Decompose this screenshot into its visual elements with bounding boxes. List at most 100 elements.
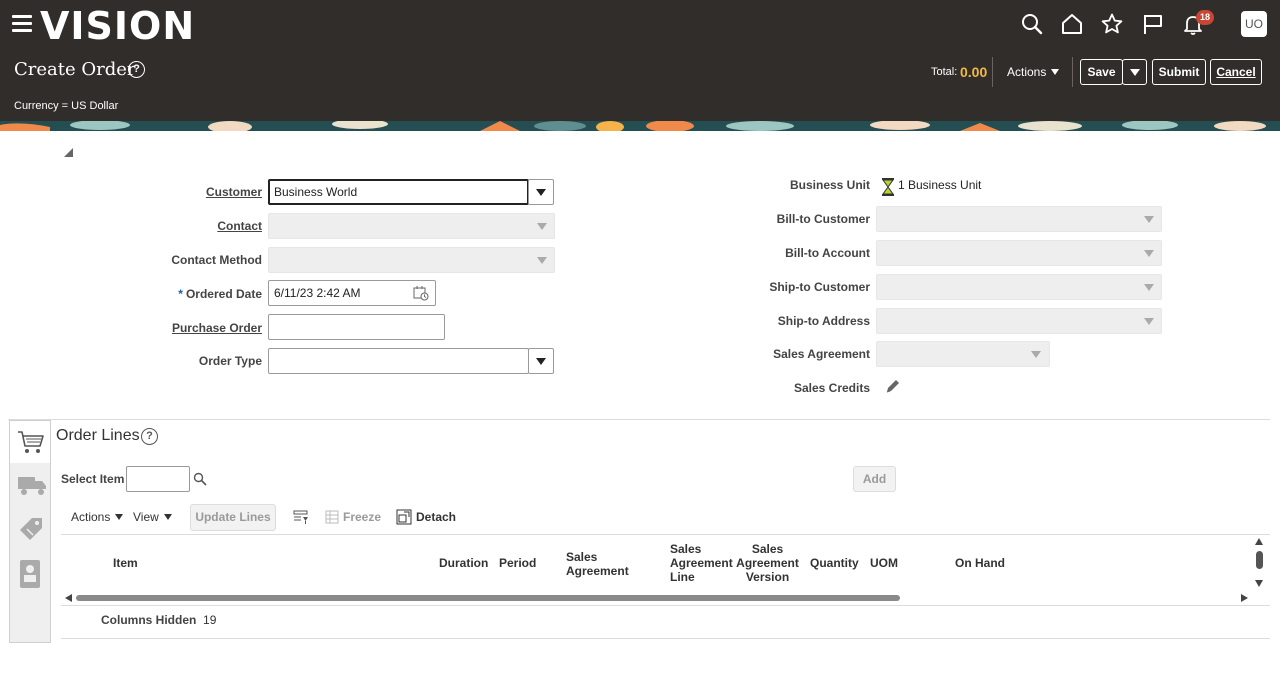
header-separator bbox=[1072, 57, 1073, 87]
purchase-order-input[interactable] bbox=[268, 314, 445, 340]
total-value: 0.00 bbox=[960, 64, 988, 80]
scroll-left-arrow[interactable] bbox=[65, 594, 72, 602]
columns-hidden-count: 19 bbox=[203, 613, 217, 627]
currency-text: Currency = US Dollar bbox=[14, 100, 119, 112]
order-lines-title: Order Lines bbox=[56, 427, 140, 444]
freeze-icon[interactable] bbox=[324, 509, 340, 525]
chevron-down-icon bbox=[537, 223, 547, 230]
save-options-button[interactable] bbox=[1122, 59, 1147, 85]
app-header: vision 18 UO Create Order ? Currency = U… bbox=[0, 0, 1280, 121]
chevron-down-icon bbox=[537, 257, 547, 264]
help-icon[interactable]: ? bbox=[128, 61, 145, 78]
column-header-item[interactable]: Item bbox=[113, 556, 138, 570]
business-unit-label: Business Unit bbox=[789, 178, 870, 192]
actions-menu-label: Actions bbox=[71, 510, 111, 524]
bill-to-customer-dropdown-button bbox=[1136, 206, 1162, 232]
customer-dropdown-button[interactable] bbox=[528, 179, 554, 205]
column-header-sales-agreement-version[interactable]: Sales Agreement Version bbox=[736, 542, 799, 584]
chevron-down-icon bbox=[1144, 250, 1154, 257]
ordered-date-label: * Ordered Date bbox=[178, 287, 262, 301]
detach-icon[interactable] bbox=[396, 509, 412, 525]
user-avatar[interactable]: UO bbox=[1241, 11, 1267, 37]
business-unit-value: 1 Business Unit bbox=[898, 178, 982, 192]
tab-pricing[interactable] bbox=[10, 507, 50, 547]
vertical-scrollbar-thumb[interactable] bbox=[1256, 551, 1263, 569]
order-type-input[interactable] bbox=[268, 348, 529, 374]
select-item-input[interactable] bbox=[126, 466, 190, 492]
search-icon[interactable] bbox=[193, 472, 207, 486]
submit-button[interactable]: Submit bbox=[1152, 59, 1206, 85]
menu-icon[interactable] bbox=[12, 15, 32, 33]
favorites-star-icon[interactable] bbox=[1100, 12, 1124, 36]
ship-to-customer-dropdown-button bbox=[1136, 274, 1162, 300]
app-logo[interactable]: vision bbox=[40, 4, 195, 48]
select-item-label: Select Item bbox=[61, 472, 125, 486]
update-lines-button[interactable]: Update Lines bbox=[190, 504, 276, 531]
contact-dropdown-button bbox=[529, 213, 555, 239]
search-icon[interactable] bbox=[1020, 12, 1044, 36]
tab-shipping[interactable] bbox=[10, 465, 50, 505]
column-header-period[interactable]: Period bbox=[499, 556, 536, 570]
order-lines-actions-menu[interactable]: Actions bbox=[71, 510, 124, 524]
chevron-down-icon bbox=[536, 358, 546, 365]
ship-to-customer-input bbox=[876, 274, 1162, 300]
contact-method-input bbox=[268, 247, 555, 273]
view-menu-label: View bbox=[133, 510, 159, 524]
column-header-on-hand[interactable]: On Hand bbox=[955, 556, 1005, 570]
column-header-sales-agreement-line[interactable]: Sales Agreement Line bbox=[670, 542, 733, 584]
horizontal-scrollbar-thumb[interactable] bbox=[76, 595, 900, 601]
chevron-down-icon bbox=[1144, 216, 1154, 223]
page-title: Create Order bbox=[14, 59, 136, 80]
sales-credits-label: Sales Credits bbox=[793, 381, 870, 395]
calendar-icon[interactable] bbox=[413, 285, 429, 301]
sales-agreement-dropdown-button bbox=[1023, 341, 1049, 367]
contact-card-icon bbox=[20, 560, 40, 588]
scroll-right-arrow[interactable] bbox=[1241, 594, 1248, 602]
actions-menu[interactable]: Actions bbox=[1007, 65, 1060, 79]
collapse-section-icon[interactable] bbox=[64, 148, 73, 157]
edit-pencil-icon[interactable] bbox=[885, 378, 901, 394]
customer-input[interactable]: Business World bbox=[268, 179, 529, 205]
cancel-button[interactable]: Cancel bbox=[1210, 59, 1262, 85]
hourglass-icon bbox=[880, 177, 896, 197]
contact-label: Contact bbox=[217, 219, 262, 233]
total-label: Total: bbox=[931, 66, 958, 78]
column-header-sales-agreement[interactable]: Sales Agreement bbox=[566, 550, 636, 578]
bill-to-account-label: Bill-to Account bbox=[785, 246, 870, 260]
detach-label[interactable]: Detach bbox=[416, 510, 456, 524]
ordered-date-input[interactable]: 6/11/23 2:42 AM bbox=[268, 280, 436, 306]
grid-footer-border bbox=[61, 638, 1270, 639]
grid-top-border bbox=[61, 534, 1270, 535]
shopping-cart-icon bbox=[18, 431, 44, 453]
chevron-down-icon bbox=[1051, 69, 1060, 75]
truck-icon bbox=[18, 477, 46, 495]
column-header-uom[interactable]: UOM bbox=[870, 556, 898, 570]
contact-method-dropdown-button bbox=[529, 247, 555, 273]
bill-to-account-dropdown-button bbox=[1136, 240, 1162, 266]
home-icon[interactable] bbox=[1060, 12, 1084, 36]
notification-count-badge: 18 bbox=[1196, 10, 1214, 25]
ordered-date-label-text: Ordered Date bbox=[185, 287, 262, 301]
bill-to-customer-input bbox=[876, 206, 1162, 232]
header-separator bbox=[992, 57, 993, 87]
tab-cart[interactable] bbox=[10, 421, 50, 463]
scroll-up-arrow[interactable] bbox=[1255, 538, 1263, 545]
add-button[interactable]: Add bbox=[853, 466, 896, 492]
help-icon[interactable]: ? bbox=[141, 428, 158, 445]
view-menu[interactable]: View bbox=[133, 510, 172, 524]
ship-to-customer-label: Ship-to Customer bbox=[769, 280, 870, 294]
tab-contacts[interactable] bbox=[10, 551, 50, 591]
grid-bottom-border bbox=[61, 605, 1270, 606]
scroll-down-arrow[interactable] bbox=[1255, 580, 1263, 587]
contact-input bbox=[268, 213, 555, 239]
order-type-dropdown-button[interactable] bbox=[528, 348, 554, 374]
freeze-label[interactable]: Freeze bbox=[343, 510, 381, 524]
flag-icon[interactable] bbox=[1141, 12, 1165, 36]
column-header-duration[interactable]: Duration bbox=[439, 556, 488, 570]
columns-hidden-status: Columns Hidden 19 bbox=[101, 613, 216, 627]
column-header-quantity[interactable]: Quantity bbox=[810, 556, 859, 570]
format-columns-icon[interactable] bbox=[293, 509, 309, 525]
ship-to-address-dropdown-button bbox=[1136, 308, 1162, 334]
save-button[interactable]: Save bbox=[1080, 59, 1123, 85]
contact-method-label: Contact Method bbox=[171, 253, 262, 267]
